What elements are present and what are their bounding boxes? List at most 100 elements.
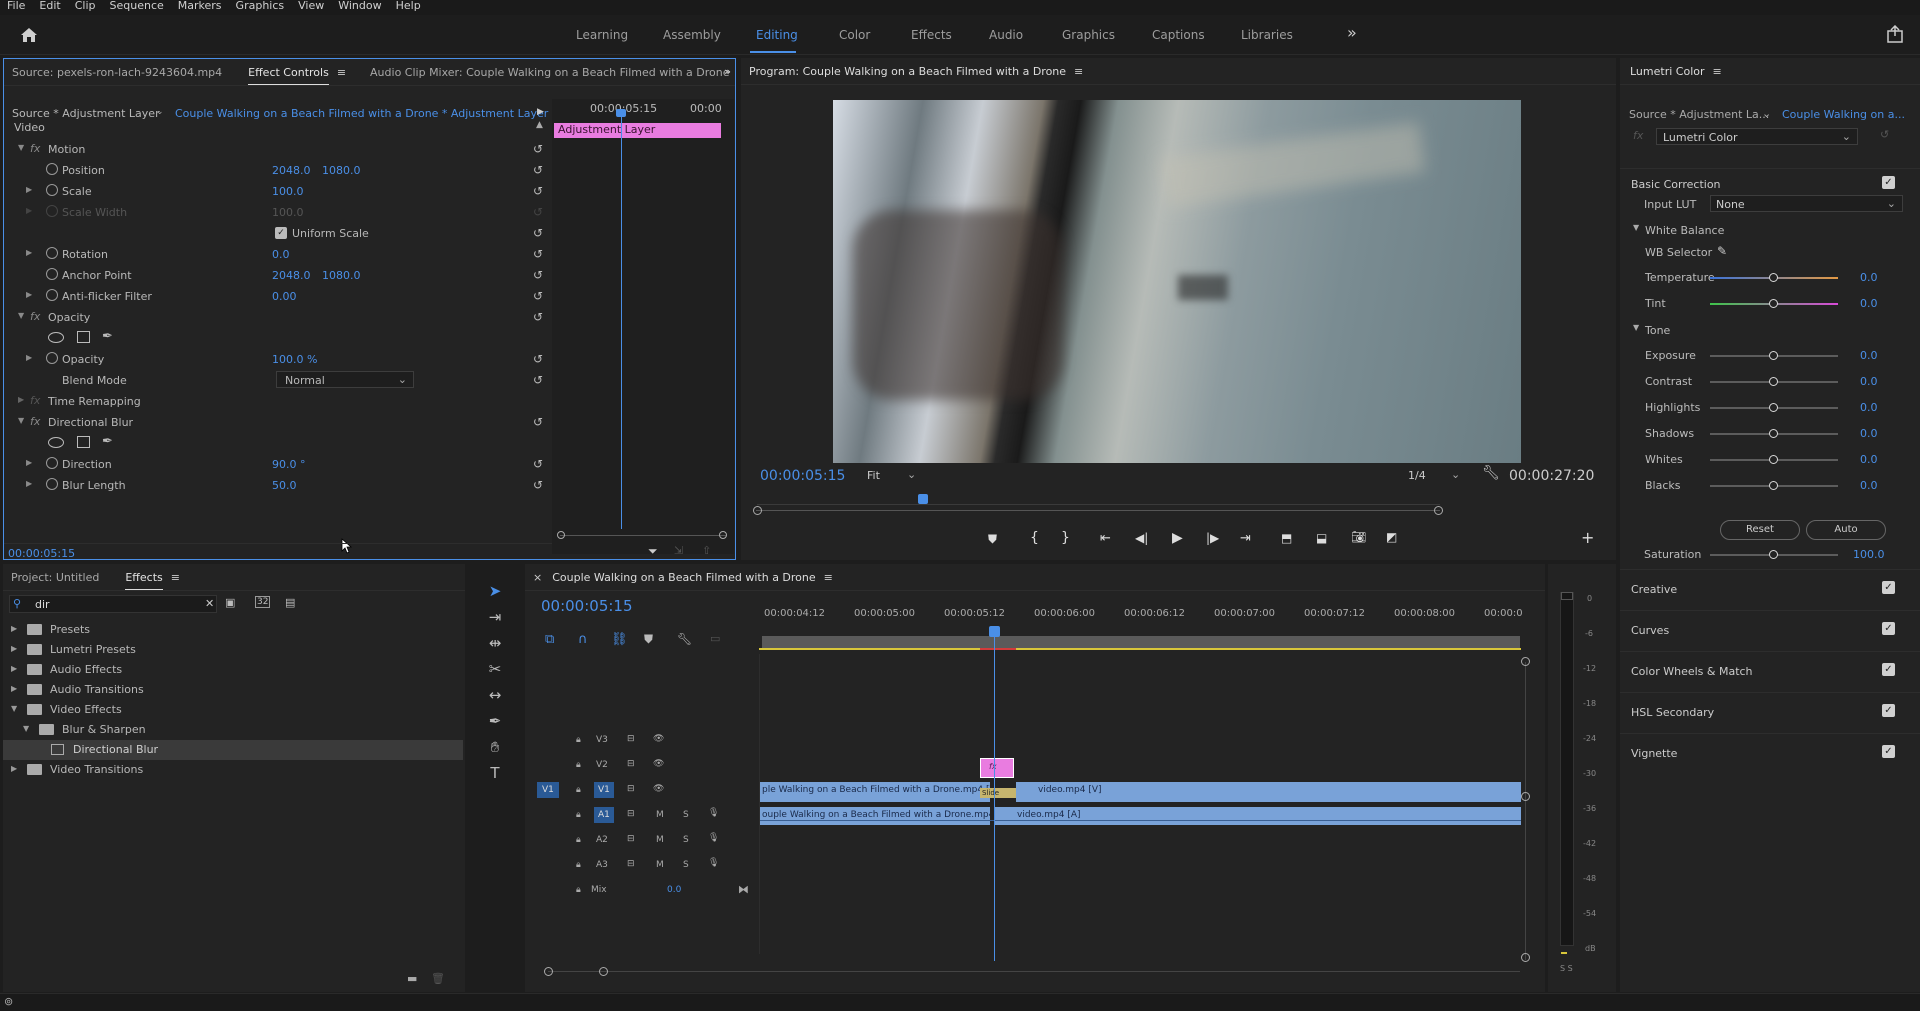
tab-source[interactable]: Source: pexels-ron-lach-9243604.mp4 (12, 66, 222, 79)
sync-lock-icon[interactable]: ⊟ (627, 834, 635, 844)
antiflicker-value[interactable]: 0.00 (272, 290, 297, 303)
scroll-up-icon[interactable]: ▲ (536, 120, 543, 130)
mini-zoom-bar[interactable] (560, 535, 726, 536)
lumetri-source[interactable]: Source * Adjustment La... (1629, 108, 1769, 121)
eye-icon[interactable]: 👁︎ (653, 734, 664, 744)
chevron-down-icon[interactable]: ⌄ (1762, 107, 1771, 120)
add-button-icon[interactable]: + (1581, 528, 1594, 547)
v1-clip-couple[interactable]: ple Walking on a Beach Filmed with a Dro… (760, 782, 990, 802)
a1-clip-couple[interactable]: ouple Walking on a Beach Filmed with a D… (760, 807, 990, 825)
twirl-icon[interactable]: ▼ (1633, 323, 1639, 332)
pen-tool-icon[interactable]: ✒ (483, 712, 507, 734)
32bit-effects-icon[interactable]: 32 (255, 596, 271, 608)
stopwatch-icon[interactable] (46, 457, 58, 469)
ws-learning[interactable]: Learning (576, 28, 628, 42)
scale-value[interactable]: 100.0 (272, 185, 304, 198)
menu-view[interactable]: View (291, 0, 331, 15)
mute-button[interactable]: M (656, 860, 664, 870)
anchor-x-value[interactable]: 2048.0 (272, 269, 311, 282)
lift-icon[interactable]: ⬒ (1281, 531, 1292, 545)
play-only-icon[interactable]: ▶ (537, 107, 544, 117)
tree-video-transitions[interactable]: ▶ Video Transitions (3, 760, 463, 780)
ws-libraries[interactable]: Libraries (1241, 28, 1293, 42)
tree-audio-transitions[interactable]: ▶ Audio Transitions (3, 680, 463, 700)
mini-playhead[interactable] (621, 109, 622, 529)
meter-clip-indicator[interactable] (1561, 592, 1573, 600)
snap-icon[interactable]: ∩ (578, 632, 588, 647)
lumetri-sequence[interactable]: Couple Walking on a... (1782, 108, 1905, 121)
reset-icon[interactable]: ↺ (533, 478, 543, 492)
wrench-icon[interactable]: 🔧︎ (677, 632, 692, 646)
shadows-value[interactable]: 0.0 (1860, 427, 1878, 440)
v1-clip-video[interactable]: video.mp4 [V] (1016, 782, 1521, 802)
sync-lock-icon[interactable]: ⊟ (627, 784, 635, 794)
twirl-icon[interactable]: ▶ (11, 764, 17, 773)
rotation-value[interactable]: 0.0 (272, 248, 290, 261)
ws-captions[interactable]: Captions (1152, 28, 1205, 42)
step-back-icon[interactable]: ◀| (1135, 531, 1148, 545)
twirl-icon[interactable]: ▶ (11, 644, 17, 653)
tone-auto-button[interactable]: Auto (1806, 520, 1886, 540)
lock-icon[interactable]: 🔒︎ (576, 885, 581, 895)
program-title[interactable]: Program: Couple Walking on a Beach Filme… (749, 65, 1066, 78)
twirl-icon[interactable]: ▶ (11, 664, 17, 673)
timeline-playhead-head[interactable] (989, 626, 1000, 637)
horizontal-scrollbar[interactable] (548, 971, 1520, 972)
tree-audio-effects[interactable]: ▶ Audio Effects (3, 660, 463, 680)
input-lut-dropdown[interactable]: None ⌄ (1710, 195, 1903, 212)
tree-presets[interactable]: ▶ Presets (3, 620, 463, 640)
saturation-knob[interactable] (1769, 550, 1778, 559)
track-select-icon[interactable]: ⇥ (483, 608, 507, 630)
mix-value[interactable]: 0.0 (667, 885, 681, 895)
sync-lock-icon[interactable]: ⊟ (627, 859, 635, 869)
exposure-value[interactable]: 0.0 (1860, 349, 1878, 362)
ec-timecode[interactable]: 00:00:05:15 (8, 547, 75, 560)
tint-value[interactable]: 0.0 (1860, 297, 1878, 310)
menu-help[interactable]: Help (389, 0, 428, 15)
mix-icon[interactable]: ⧓ (738, 883, 749, 896)
scroll-handle-mid[interactable] (1521, 792, 1530, 801)
panel-menu-icon[interactable]: ≡ (337, 66, 346, 79)
dirblur-row[interactable]: ▼ fx Directional Blur ↺ (4, 412, 549, 433)
ripple-edit-icon[interactable]: ⇹ (483, 634, 507, 656)
reset-icon[interactable]: ↺ (533, 247, 543, 261)
stopwatch-icon[interactable] (46, 247, 58, 259)
lock-icon[interactable]: 🔒︎ (576, 810, 581, 820)
ws-effects[interactable]: Effects (911, 28, 952, 42)
exposure-knob[interactable] (1769, 351, 1778, 360)
fx-icon[interactable]: fx (30, 415, 40, 428)
reset-icon[interactable]: ↺ (533, 352, 543, 366)
mini-playhead-head[interactable] (616, 109, 626, 117)
fit-dropdown[interactable]: Fit ⌄ (863, 467, 923, 485)
position-x-value[interactable]: 2048.0 (272, 164, 311, 177)
accelerated-effects-icon[interactable]: ▣ (225, 596, 235, 609)
selection-tool-icon[interactable]: ➤ (483, 582, 507, 604)
tone-header[interactable]: ▼ Tone (1620, 320, 1920, 342)
curves-checkbox[interactable]: ✓ (1882, 622, 1895, 635)
position-y-value[interactable]: 1080.0 (322, 164, 361, 177)
add-marker-icon[interactable]: ⛊ (644, 632, 653, 647)
tab-effects[interactable]: Effects (125, 571, 164, 590)
ws-assembly[interactable]: Assembly (663, 28, 721, 42)
microphone-icon[interactable]: 🎙︎ (708, 858, 719, 868)
opacity-value[interactable]: 100.0 % (272, 353, 317, 366)
motion-row[interactable]: ▼ fx Motion ↺ (4, 139, 549, 160)
color-wheels-checkbox[interactable]: ✓ (1882, 663, 1895, 676)
white-balance-header[interactable]: ▼ White Balance (1620, 220, 1920, 242)
opacity-group-row[interactable]: ▼ fx Opacity ↺ (4, 307, 549, 328)
wrench-icon[interactable]: 🔧︎ (1482, 465, 1500, 481)
track-label[interactable]: V1 (594, 782, 614, 798)
hsl-secondary-header[interactable]: HSL Secondary ✓ (1620, 692, 1920, 732)
tree-blur-sharpen[interactable]: ▼ Blur & Sharpen (3, 720, 463, 740)
track-label[interactable]: A1 (594, 807, 614, 823)
sync-lock-icon[interactable]: ⊟ (627, 734, 635, 744)
eye-icon[interactable]: 👁︎ (653, 784, 664, 794)
timeline-title[interactable]: Couple Walking on a Beach Filmed with a … (552, 571, 815, 584)
program-video-frame[interactable] (833, 100, 1521, 463)
yuv-effects-icon[interactable]: ▤ (285, 596, 295, 609)
work-area-bar[interactable] (762, 636, 1520, 648)
zoom-handle-right[interactable] (1434, 506, 1443, 515)
twirl-icon[interactable]: ▶ (26, 248, 32, 257)
mark-in-icon[interactable]: { (1030, 530, 1039, 546)
time-remap-row[interactable]: ▶ fx Time Remapping (4, 391, 549, 412)
